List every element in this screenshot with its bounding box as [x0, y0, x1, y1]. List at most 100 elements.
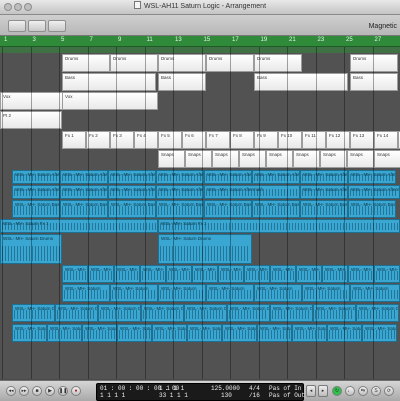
region[interactable]: WSL- MH- Saturn Fx 1 — [0, 219, 158, 233]
region[interactable]: Drums — [158, 54, 206, 72]
track-lane-saturn-1[interactable]: WSL- MH- SaturnWSL- MH- SaturnWSL- MH- S… — [0, 265, 400, 283]
region[interactable]: WSL- MH- Saturn Organ — [313, 304, 356, 322]
region[interactable]: Fx 5 — [158, 131, 182, 149]
track-lane-fx[interactable]: Fx 1 Fx 2 Fx 3 Fx 4 Fx 5 Fx 6 Fx 7 Fx 8 Fx 9 Fx 1… — [0, 131, 400, 149]
track-lane-organ[interactable]: WSL- MH- Saturn OrganWSL- MH- Saturn Org… — [0, 304, 400, 322]
track-lane-bass-dr[interactable]: WSL- MH- Saturn Bass Dr.WSL- MH- Saturn … — [0, 200, 400, 218]
region[interactable]: WSL- MH- Saturn — [166, 265, 192, 283]
track-lane-aftermath-2[interactable]: WSL- MH- Saturn AftermathWSL- MH- Saturn… — [0, 185, 400, 199]
region[interactable]: Fx 8 — [230, 131, 254, 149]
region[interactable]: Drums — [254, 54, 302, 72]
region[interactable]: WSL- MH- Saturn SynthLine — [222, 324, 257, 342]
region[interactable]: WSL- MH- Saturn SynthLine — [187, 324, 222, 342]
cycle-icon[interactable]: ↻ — [332, 386, 342, 396]
region[interactable]: Bass — [158, 73, 206, 91]
solo-icon[interactable]: S — [371, 386, 381, 396]
region[interactable]: WSL- MH- Saturn — [350, 284, 400, 302]
region[interactable]: Snaps — [347, 150, 374, 168]
region[interactable]: WSL- MH- Saturn Organ — [98, 304, 141, 322]
region[interactable]: Snaps — [185, 150, 212, 168]
region[interactable]: WSL- MH- Saturn — [270, 265, 296, 283]
region[interactable]: WSL- MH- Saturn SynthLine — [152, 324, 187, 342]
rewind-icon[interactable]: ◂◂ — [6, 386, 16, 396]
region[interactable]: Snaps — [212, 150, 239, 168]
sync-icon[interactable]: ⟳ — [384, 386, 394, 396]
region[interactable]: WSL- MH- Saturn SynthLine — [47, 324, 82, 342]
track-lane-snaps[interactable]: Snaps Snaps Snaps Snaps Snaps Snaps Snaps Snaps… — [0, 150, 400, 168]
region[interactable]: WSL- MH- Saturn Organ — [184, 304, 227, 322]
region[interactable]: WSL- MH- Saturn Bass Dr. — [300, 200, 348, 218]
region[interactable]: Snaps — [266, 150, 293, 168]
region[interactable]: WSL- MH- Saturn Bass Dr. — [60, 200, 108, 218]
track-lane-saturn-2[interactable]: WSL- MH- Saturn WSL- MH- Saturn WSL- MH- S… — [0, 284, 400, 302]
toolbar-button-1[interactable] — [8, 20, 26, 32]
region[interactable]: WSL- MH- Saturn Aftermath — [12, 185, 60, 199]
region[interactable]: WSL- MH- Saturn Organ — [356, 304, 399, 322]
region[interactable]: WSL- MH- Saturn — [62, 284, 110, 302]
snap-mode-label[interactable]: Magnetic — [369, 23, 397, 30]
toolbar-button-3[interactable] — [48, 20, 66, 32]
track-lane-vox[interactable]: Vox Vox — [0, 92, 400, 110]
region[interactable]: WSL- MH- Saturn — [192, 265, 218, 283]
division[interactable]: /16 — [249, 392, 260, 399]
replace-icon[interactable]: ⇆ — [358, 386, 368, 396]
region[interactable]: WSL- MH- Saturn — [244, 265, 270, 283]
forward-icon[interactable]: ▸▸ — [19, 386, 29, 396]
region[interactable]: WSL- MH- Saturn Organ — [270, 304, 313, 322]
region[interactable]: WSL- MH- Saturn — [218, 265, 244, 283]
region[interactable]: WSL- MH- Saturn — [348, 265, 374, 283]
region[interactable]: Bass — [254, 73, 348, 91]
track-lane-pt2[interactable]: Pt 2 — [0, 111, 400, 129]
region[interactable]: WSL- MH- Saturn Aftermath — [60, 170, 108, 184]
region[interactable]: WSL- MH- Saturn — [158, 284, 206, 302]
region[interactable]: WSL- MH- Saturn — [254, 284, 302, 302]
region[interactable]: Fx 1 — [62, 131, 86, 149]
track-lane-fx-line[interactable]: WSL- MH- Saturn Fx 1WSL- MH- Saturn Fx 1 — [0, 219, 400, 233]
region[interactable]: WSL- MH- Saturn Aftermath — [204, 185, 300, 199]
region[interactable]: Fx 3 — [110, 131, 134, 149]
region[interactable]: WSL- MH- Saturn — [302, 284, 350, 302]
region[interactable]: WSL- MH- Saturn — [114, 265, 140, 283]
region[interactable]: Snaps — [158, 150, 185, 168]
pause-icon[interactable]: ❚❚ — [58, 386, 68, 396]
tempo-value[interactable]: 125.0000 — [211, 385, 240, 392]
region[interactable]: WSL- MH- Saturn Aftermath — [60, 185, 108, 199]
region[interactable]: Fx 13 — [350, 131, 374, 149]
region[interactable]: WSL- MH- Saturn Aftermath — [204, 170, 252, 184]
bar-ruler[interactable]: 1 3 5 7 9 11 13 15 17 19 21 23 25 27 — [0, 36, 400, 47]
region[interactable]: WSL- MH- Saturn Bass Dr. — [12, 200, 60, 218]
track-lane-bass[interactable]: Bass Bass Bass Bass — [0, 73, 400, 91]
region[interactable]: WSL- MH- Saturn Aftermath — [156, 170, 204, 184]
region[interactable]: WSL- MH- Saturn Aftermath — [12, 170, 60, 184]
region[interactable]: Fx 12 — [326, 131, 350, 149]
region[interactable]: Fx 4 — [134, 131, 158, 149]
region[interactable]: WSL- MH- Saturn — [110, 284, 158, 302]
region[interactable]: WSL- MH- Saturn — [62, 265, 88, 283]
track-lane-synth[interactable]: WSL- MH- Saturn SynthLineWSL- MH- Saturn… — [0, 324, 400, 342]
region[interactable]: WSL- MH- Saturn Organ — [141, 304, 184, 322]
region[interactable]: WSL- MH- Saturn — [374, 265, 400, 283]
track-lane-drums[interactable]: Drums Drums Drums Drums Drums Drums — [0, 54, 400, 72]
stop-icon[interactable]: ■ — [32, 386, 42, 396]
toolbar-button-2[interactable] — [28, 20, 46, 32]
track-lane-drums-long[interactable]: WSL- MH- Saturn Drums WSL- MH- Saturn Dru… — [0, 234, 400, 264]
region[interactable]: WSL- MH- Saturn — [296, 265, 322, 283]
arrange-area[interactable]: Drums Drums Drums Drums Drums Drums Bass Bass Ba… — [0, 47, 400, 379]
region[interactable]: Snaps — [320, 150, 347, 168]
track-lane-arr-strip[interactable] — [0, 47, 400, 53]
region[interactable]: Fx 11 — [302, 131, 326, 149]
region[interactable]: WSL- MH- Saturn — [88, 265, 114, 283]
region[interactable]: WSL- MH- Saturn Aftermath — [300, 170, 348, 184]
region[interactable]: WSL- MH- Saturn SynthLine — [117, 324, 152, 342]
region[interactable]: Snaps — [239, 150, 266, 168]
loop-left-button[interactable]: ◂ — [306, 385, 316, 397]
region[interactable]: Bass — [62, 73, 156, 91]
region[interactable]: WSL- MH- Saturn Organ — [55, 304, 98, 322]
track-lane-aftermath-1[interactable]: WSL- MH- Saturn AftermathWSL- MH- Saturn… — [0, 170, 400, 184]
region[interactable]: WSL- MH- Saturn SynthLine — [362, 324, 397, 342]
region[interactable]: Snaps — [374, 150, 400, 168]
region[interactable]: Bass — [350, 73, 398, 91]
region[interactable]: Drums — [350, 54, 398, 72]
region[interactable]: Fx 2 — [86, 131, 110, 149]
loop-right-button[interactable]: ▸ — [318, 385, 328, 397]
